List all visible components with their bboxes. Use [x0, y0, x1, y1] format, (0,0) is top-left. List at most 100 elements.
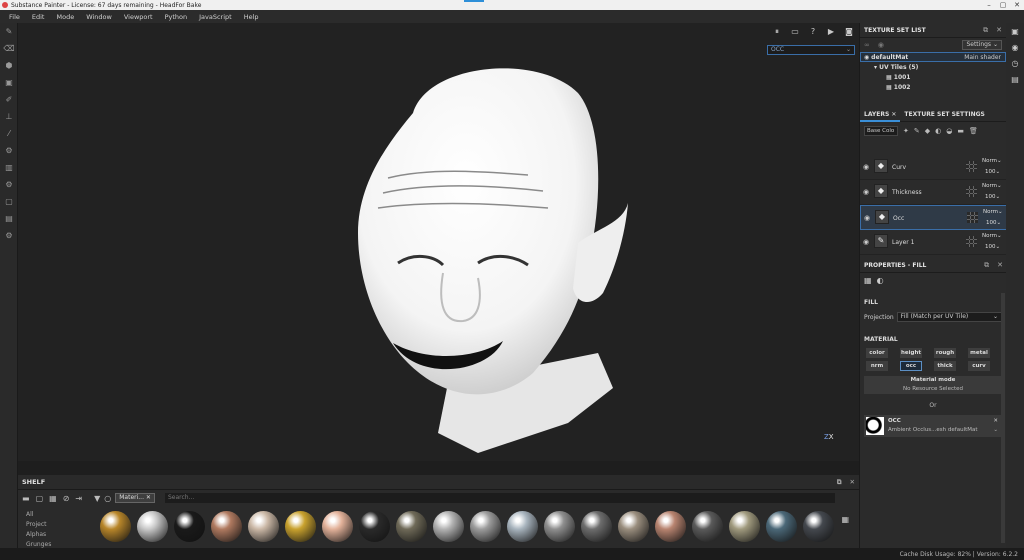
shelf-material-item[interactable]	[396, 511, 427, 542]
blend-mode-select[interactable]: Norm⌄	[982, 158, 1002, 164]
menu-edit[interactable]: Edit	[26, 13, 51, 21]
paint-brush-icon[interactable]: ✎	[0, 23, 18, 40]
channel-height-button[interactable]: height	[900, 348, 922, 358]
material-sphere-icon[interactable]: ◐	[877, 276, 884, 285]
expand-icon[interactable]: ▾	[874, 64, 877, 71]
grid-view-icon[interactable]: ▦	[49, 494, 57, 503]
opacity-select[interactable]: 100⌄	[985, 244, 1000, 250]
shelf-category[interactable]: Alphas	[26, 530, 51, 540]
menu-viewport[interactable]: Viewport	[118, 13, 159, 21]
shelf-material-item[interactable]	[729, 511, 760, 542]
uv-tile-row[interactable]: ▦ 1001	[860, 72, 1006, 82]
link-icon[interactable]: ∞	[864, 41, 870, 49]
eraser-icon[interactable]: ⌫	[0, 40, 18, 57]
shelf-grid-icon[interactable]: ▦	[841, 515, 849, 524]
pause-icon[interactable]: ⏸	[771, 27, 783, 37]
screenshot-icon[interactable]: ◙	[843, 27, 855, 37]
texture-set-row[interactable]: ◉ defaultMat Main shader	[860, 52, 1006, 62]
export-icon[interactable]: ▤	[0, 210, 18, 227]
delete-icon[interactable]: 🗑	[969, 127, 978, 135]
shelf-undock-icon[interactable]: ⧉	[837, 478, 842, 487]
smudge-icon[interactable]: ✐	[0, 91, 18, 108]
blend-mode-select[interactable]: Norm⌄	[982, 183, 1002, 189]
mask-icon[interactable]: ◒	[946, 127, 952, 135]
history-icon[interactable]: ◷	[1006, 55, 1024, 71]
add-fill-icon[interactable]: ◆	[925, 127, 930, 135]
resource-card[interactable]: OCC Ambient Occlus...esh defaultMat ✕ ⌄	[864, 415, 1002, 437]
color-picker-icon[interactable]: ⁄	[0, 125, 18, 142]
eye-icon[interactable]: ◉	[863, 238, 869, 246]
import-icon[interactable]: ⇥	[75, 494, 82, 503]
shelf-material-item[interactable]	[174, 511, 205, 542]
folder-icon[interactable]: ▬	[957, 127, 964, 135]
eye-icon[interactable]: ◉	[863, 163, 869, 171]
close-tab-icon[interactable]: ✕	[891, 111, 896, 118]
camera-frame-icon[interactable]: ▭	[789, 27, 801, 37]
shelf-close-icon[interactable]: ✕	[850, 478, 855, 487]
tab-layers[interactable]: LAYERS ✕	[860, 107, 901, 122]
eye-icon[interactable]: ◉	[864, 54, 869, 61]
filter-icon[interactable]: ▼	[94, 494, 100, 503]
projection-icon[interactable]: ⬢	[0, 57, 18, 74]
shelf-material-item[interactable]	[618, 511, 649, 542]
shelf-material-item[interactable]	[285, 511, 316, 542]
shelf-material-item[interactable]	[248, 511, 279, 542]
chevron-down-icon[interactable]: ⌄	[993, 427, 998, 433]
minimize-button[interactable]: –	[982, 0, 996, 10]
close-panel-icon[interactable]: ✕	[996, 26, 1002, 35]
maximize-button[interactable]: ▢	[996, 0, 1010, 10]
video-camera-icon[interactable]: ▶	[825, 27, 837, 37]
circle-filter-icon[interactable]: ○	[104, 494, 111, 503]
shelf-material-item[interactable]	[322, 511, 353, 542]
clone-stamp-icon[interactable]: ⊥	[0, 108, 18, 125]
uv-tile-row[interactable]: ▦ 1002	[860, 82, 1006, 92]
channel-thick-button[interactable]: thick	[934, 361, 956, 371]
close-panel-icon[interactable]: ✕	[997, 261, 1003, 270]
folder-icon[interactable]: ▬	[22, 494, 30, 503]
layer-row[interactable]: ◉ ◆ Thickness Norm⌄ 100⌄	[860, 180, 1007, 205]
shelf-material-item[interactable]	[544, 511, 575, 542]
log-icon[interactable]: ▤	[1006, 71, 1024, 87]
shelf-material-item[interactable]	[137, 511, 168, 542]
uv-tiles-row[interactable]: ▾ UV Tiles (5)	[860, 62, 1006, 72]
shelf-material-item[interactable]	[692, 511, 723, 542]
blend-mode-select[interactable]: Norm⌄	[982, 233, 1002, 239]
new-folder-icon[interactable]: ▢	[36, 494, 44, 503]
texture-set-icon[interactable]: ▣	[1006, 23, 1024, 39]
hide-icon[interactable]: ⊘	[63, 494, 70, 503]
shelf-material-item[interactable]	[803, 511, 834, 542]
projection-select[interactable]: Fill (Match per UV Tile) ⌄	[896, 312, 1002, 322]
menu-javascript[interactable]: JavaScript	[193, 13, 238, 21]
settings-gear-icon[interactable]: ⚙	[0, 142, 18, 159]
properties-scrollbar[interactable]	[1001, 293, 1005, 543]
base-channel-select[interactable]: Base Colo	[864, 126, 898, 136]
shelf-category[interactable]: All	[26, 510, 51, 520]
eye-icon[interactable]: ◉	[864, 214, 870, 222]
menu-file[interactable]: File	[3, 13, 26, 21]
shelf-search-input[interactable]: Search...	[164, 493, 835, 503]
channel-nrm-button[interactable]: nrm	[866, 361, 888, 371]
opacity-select[interactable]: 100⌄	[985, 194, 1000, 200]
plugins-icon[interactable]: ⚙	[0, 227, 18, 244]
shelf-material-item[interactable]	[581, 511, 612, 542]
close-window-button[interactable]: ✕	[1010, 0, 1024, 10]
shelf-material-item[interactable]	[100, 511, 131, 542]
menu-help[interactable]: Help	[238, 13, 265, 21]
shelf-material-item[interactable]	[766, 511, 797, 542]
effect-icon[interactable]: ✦	[903, 127, 909, 135]
layer-row-selected[interactable]: ◉ ◆ Occ Norm⌄ 100⌄	[860, 205, 1007, 230]
shelf-category[interactable]: Project	[26, 520, 51, 530]
channel-rough-button[interactable]: rough	[934, 348, 956, 358]
shelf-material-item[interactable]	[655, 511, 686, 542]
smart-material-icon[interactable]: ◐	[935, 127, 941, 135]
channel-occ-button[interactable]: occ	[900, 361, 922, 371]
3d-viewport[interactable]: ⏸ ▭ ? ▶ ◙ OCC ⌄ ZX	[18, 23, 859, 461]
eye-icon[interactable]: ◉	[863, 188, 869, 196]
python-icon[interactable]: ▢	[0, 193, 18, 210]
undock-icon[interactable]: ⧉	[983, 26, 988, 35]
menu-window[interactable]: Window	[80, 13, 118, 21]
menu-mode[interactable]: Mode	[50, 13, 80, 21]
geometry-mask-icon[interactable]: ▣	[0, 74, 18, 91]
channel-curv-button[interactable]: curv	[968, 361, 990, 371]
paint-layer-icon[interactable]: ✎	[914, 127, 920, 135]
